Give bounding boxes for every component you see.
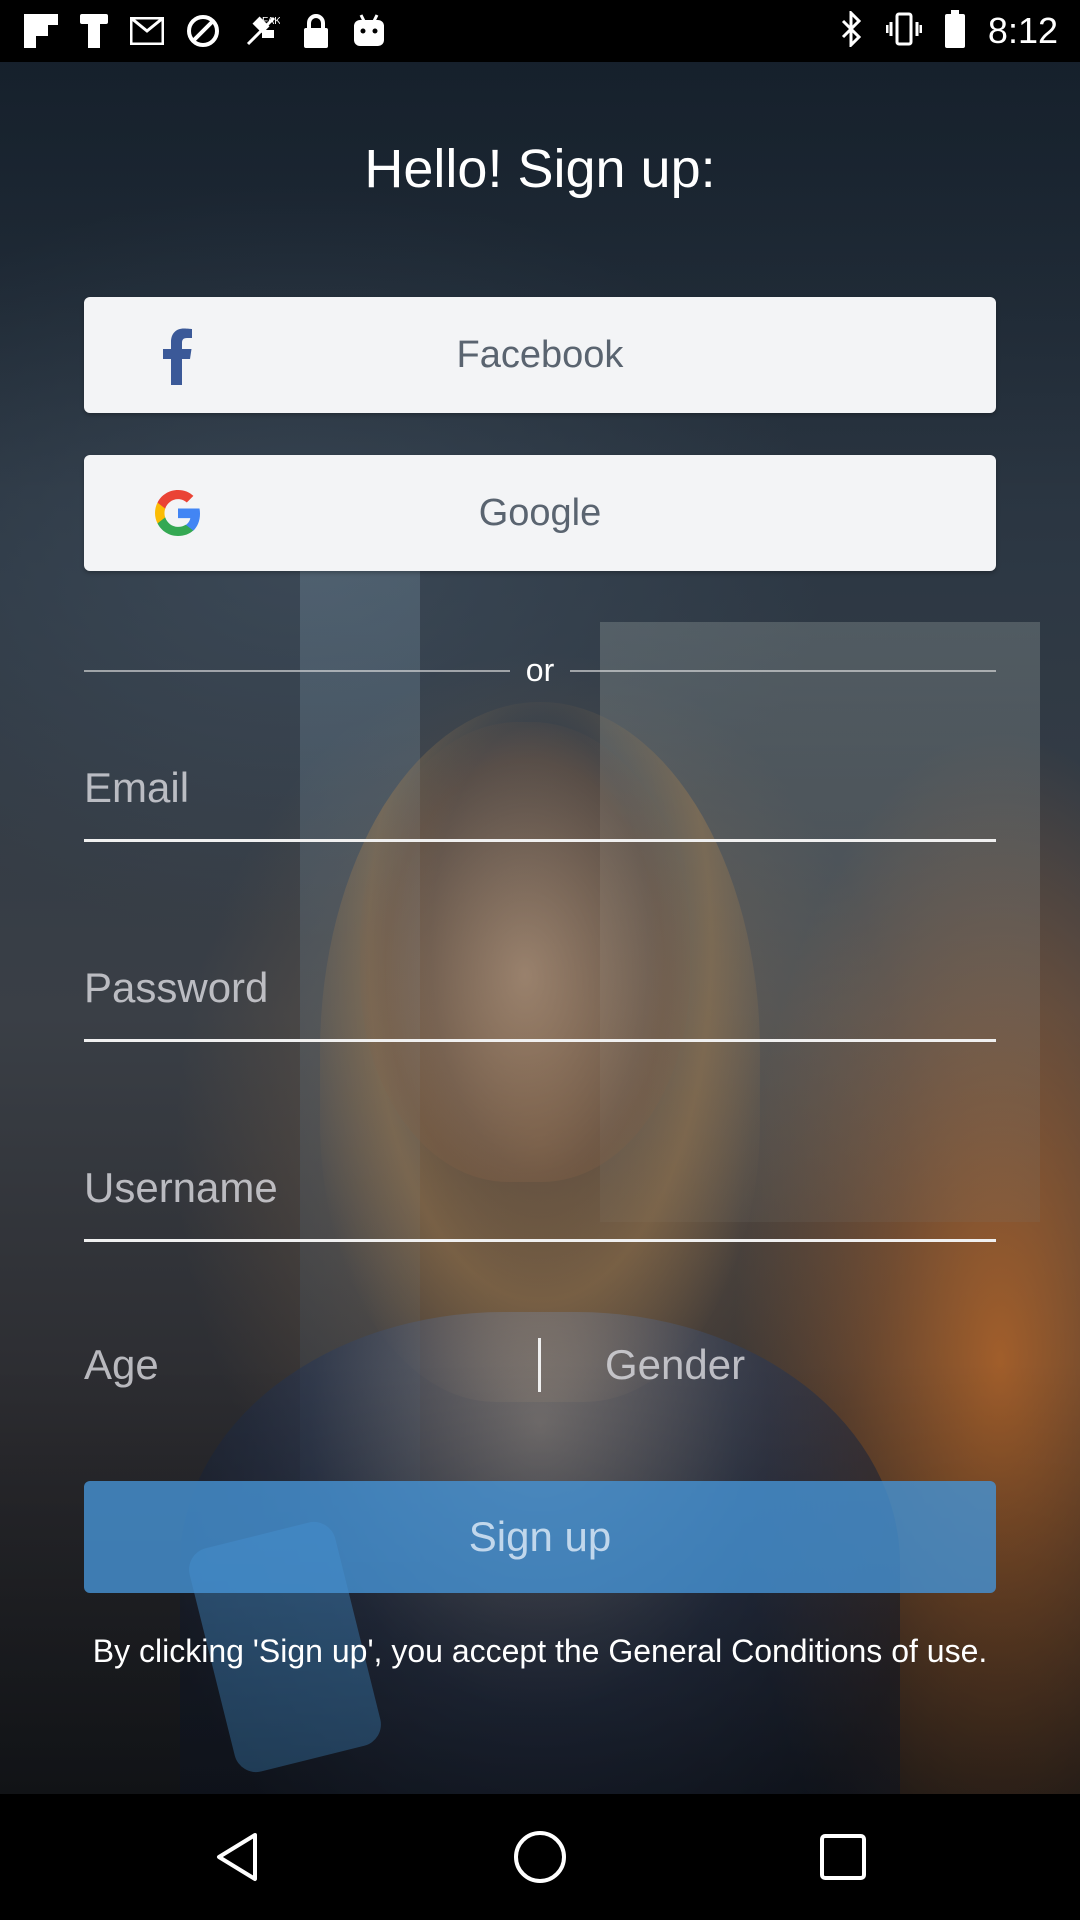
page-title: Hello! Sign up: bbox=[364, 139, 716, 199]
signup-button[interactable]: Sign up bbox=[84, 1481, 996, 1593]
email-underline bbox=[84, 839, 996, 842]
google-signup-button[interactable]: Google bbox=[84, 455, 996, 571]
age-field[interactable] bbox=[84, 1320, 514, 1410]
password-field-container bbox=[84, 942, 996, 1042]
password-underline bbox=[84, 1039, 996, 1042]
age-gender-divider bbox=[538, 1338, 541, 1392]
email-field[interactable] bbox=[84, 742, 996, 834]
back-icon[interactable] bbox=[207, 1827, 267, 1887]
or-divider: or bbox=[84, 650, 996, 690]
google-button-label: Google bbox=[478, 491, 602, 534]
username-field[interactable] bbox=[84, 1142, 996, 1234]
status-icons-right: 8:12 bbox=[840, 8, 1058, 53]
block-icon bbox=[186, 14, 220, 48]
bluetooth-icon bbox=[840, 8, 864, 52]
divider-line-right bbox=[570, 670, 996, 672]
username-underline bbox=[84, 1239, 996, 1242]
facebook-button-label: Facebook bbox=[456, 333, 624, 376]
facebook-signup-button[interactable]: Facebook bbox=[84, 297, 996, 413]
gender-field[interactable] bbox=[605, 1320, 996, 1410]
status-icons-left: FAKE bbox=[24, 10, 386, 52]
username-field-container bbox=[84, 1142, 996, 1242]
mail-icon bbox=[130, 17, 164, 45]
navigation-icon bbox=[80, 14, 108, 48]
navigation-bar bbox=[0, 1794, 1080, 1920]
recents-icon[interactable] bbox=[813, 1827, 873, 1887]
home-icon[interactable] bbox=[510, 1827, 570, 1887]
no-gps-icon: FAKE bbox=[242, 12, 280, 50]
status-time: 8:12 bbox=[987, 10, 1058, 51]
battery-icon bbox=[944, 9, 966, 53]
lock-icon bbox=[302, 14, 330, 48]
status-bar: FAKE 8:12 bbox=[0, 0, 1080, 62]
svg-text:FAKE: FAKE bbox=[262, 16, 280, 27]
vibrate-icon bbox=[885, 11, 923, 52]
flipboard-icon bbox=[24, 14, 58, 48]
gender-field-container bbox=[605, 1320, 996, 1410]
android-icon bbox=[352, 14, 386, 48]
email-field-container bbox=[84, 742, 996, 842]
terms-text: By clicking 'Sign up', you accept the Ge… bbox=[92, 1633, 988, 1669]
password-field[interactable] bbox=[84, 942, 996, 1034]
age-field-container bbox=[84, 1320, 514, 1410]
